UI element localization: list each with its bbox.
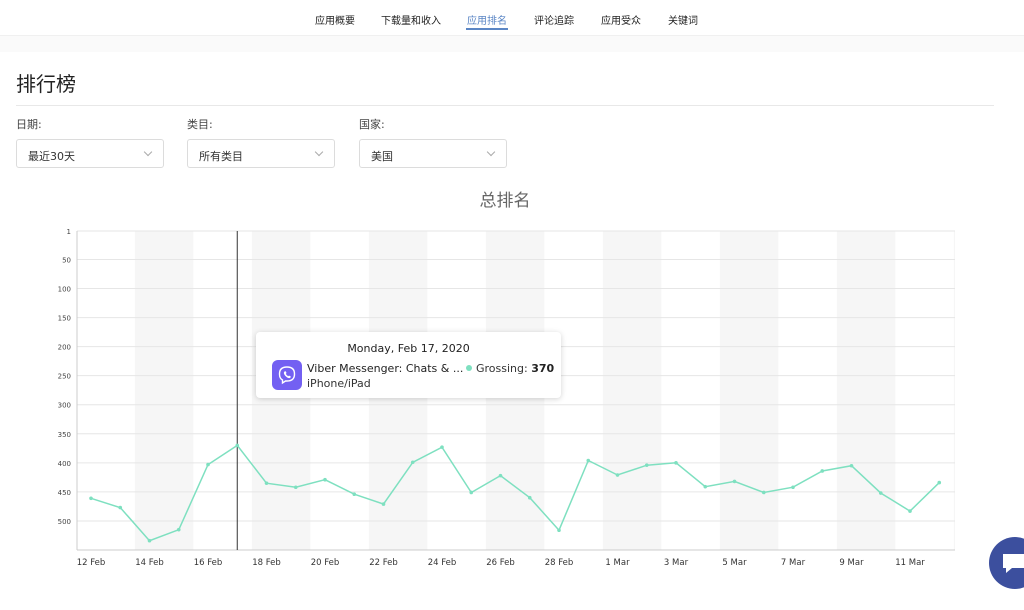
chart-band [134,231,194,550]
x-tick-label: 1 Mar [605,558,630,568]
country-select-value: 美国 [371,150,393,163]
data-point [557,528,561,533]
data-point [703,484,708,489]
data-point [235,443,240,448]
date-select[interactable]: 最近30天 [16,139,164,168]
data-point [381,502,386,506]
data-point [176,527,181,532]
top-navigation: 应用概要 下载量和收入 应用排名 评论追踪 应用受众 关键词 [0,0,1024,36]
x-tick-label: 14 Feb [135,558,164,568]
data-point [732,479,737,484]
data-point [498,473,503,478]
y-tick-label: 500 [58,518,71,526]
data-point [410,460,415,465]
page-title: 排行榜 [16,72,76,96]
date-select-value: 最近30天 [28,150,75,163]
nav-app-ranking[interactable]: 应用排名 [466,12,508,30]
x-tick-label: 22 Feb [369,558,398,568]
data-point [293,485,298,490]
tooltip-metric-value: 370 [531,362,555,375]
chart-tooltip: Monday, Feb 17, 2020 Viber Messenger: Ch… [256,332,561,398]
category-filter-label: 类目: [187,118,213,131]
chat-bubble-icon [1003,554,1024,573]
y-tick-label: 250 [58,373,71,381]
chart-band [602,231,662,550]
title-divider [16,105,994,106]
y-tick-label: 150 [58,315,71,323]
data-point [761,490,766,495]
nav-app-ranking-label: 应用排名 [467,16,507,27]
viber-app-icon [272,360,302,390]
data-point [469,490,474,495]
x-tick-label: 7 Mar [781,558,806,568]
data-point [147,538,152,543]
data-point [937,480,942,485]
x-tick-label: 11 Mar [895,558,925,568]
y-tick-label: 100 [58,286,71,294]
data-point [89,496,93,501]
chevron-down-icon [314,147,324,157]
data-point [849,463,854,468]
data-point [264,481,269,485]
data-point [791,485,795,490]
category-select-value: 所有类目 [199,150,243,163]
tooltip-metric: Grossing: 370 [476,362,554,375]
y-tick-label: 300 [58,402,71,410]
chevron-down-icon [486,147,496,157]
nav-divider-band [0,36,1024,52]
data-point [674,461,678,465]
data-point [820,469,825,473]
active-tab-underline [466,28,508,30]
tooltip-metric-label: Grossing: [476,362,528,375]
chart-band [836,231,896,550]
date-filter-label: 日期: [16,118,42,131]
series-color-dot [466,365,472,371]
x-tick-label: 16 Feb [194,558,223,568]
y-tick-label: 400 [58,460,71,468]
data-point [118,505,123,510]
tooltip-device: iPhone/iPad [307,377,371,390]
tooltip-app-name: Viber Messenger: Chats & ... [307,362,464,375]
data-point [206,462,210,467]
data-point [908,509,912,513]
x-tick-label: 5 Mar [722,558,747,568]
chart-band [719,231,779,550]
chevron-down-icon [143,147,153,157]
nav-review-tracking[interactable]: 评论追踪 [534,12,574,27]
nav-keywords[interactable]: 关键词 [668,12,698,27]
data-point [323,477,327,482]
x-tick-label: 20 Feb [311,558,340,568]
country-select[interactable]: 美国 [359,139,507,168]
data-point [878,491,883,495]
chart-title: 总排名 [479,191,531,211]
y-tick-label: 200 [58,344,71,352]
data-point [615,473,620,477]
data-point [586,458,591,463]
y-tick-label: 350 [58,431,71,439]
data-point [527,495,532,500]
country-filter-label: 国家: [359,118,385,131]
data-point [352,492,357,497]
nav-app-audience[interactable]: 应用受众 [601,12,641,27]
x-tick-label: 28 Feb [545,558,574,568]
data-point [644,463,649,467]
x-tick-label: 26 Feb [486,558,515,568]
chart-band [953,231,955,550]
y-tick-label: 50 [62,256,71,264]
x-tick-label: 24 Feb [428,558,457,568]
y-tick-label: 450 [58,489,71,497]
tooltip-date: Monday, Feb 17, 2020 [347,342,470,355]
nav-app-overview[interactable]: 应用概要 [315,12,355,27]
x-tick-label: 3 Mar [664,558,689,568]
x-tick-label: 12 Feb [77,558,106,568]
data-point [440,445,444,449]
x-tick-label: 9 Mar [839,558,864,568]
y-tick-label: 1 [67,228,71,236]
x-tick-label: 18 Feb [252,558,281,568]
category-select[interactable]: 所有类目 [187,139,335,168]
nav-downloads-revenue[interactable]: 下载量和收入 [381,12,441,27]
